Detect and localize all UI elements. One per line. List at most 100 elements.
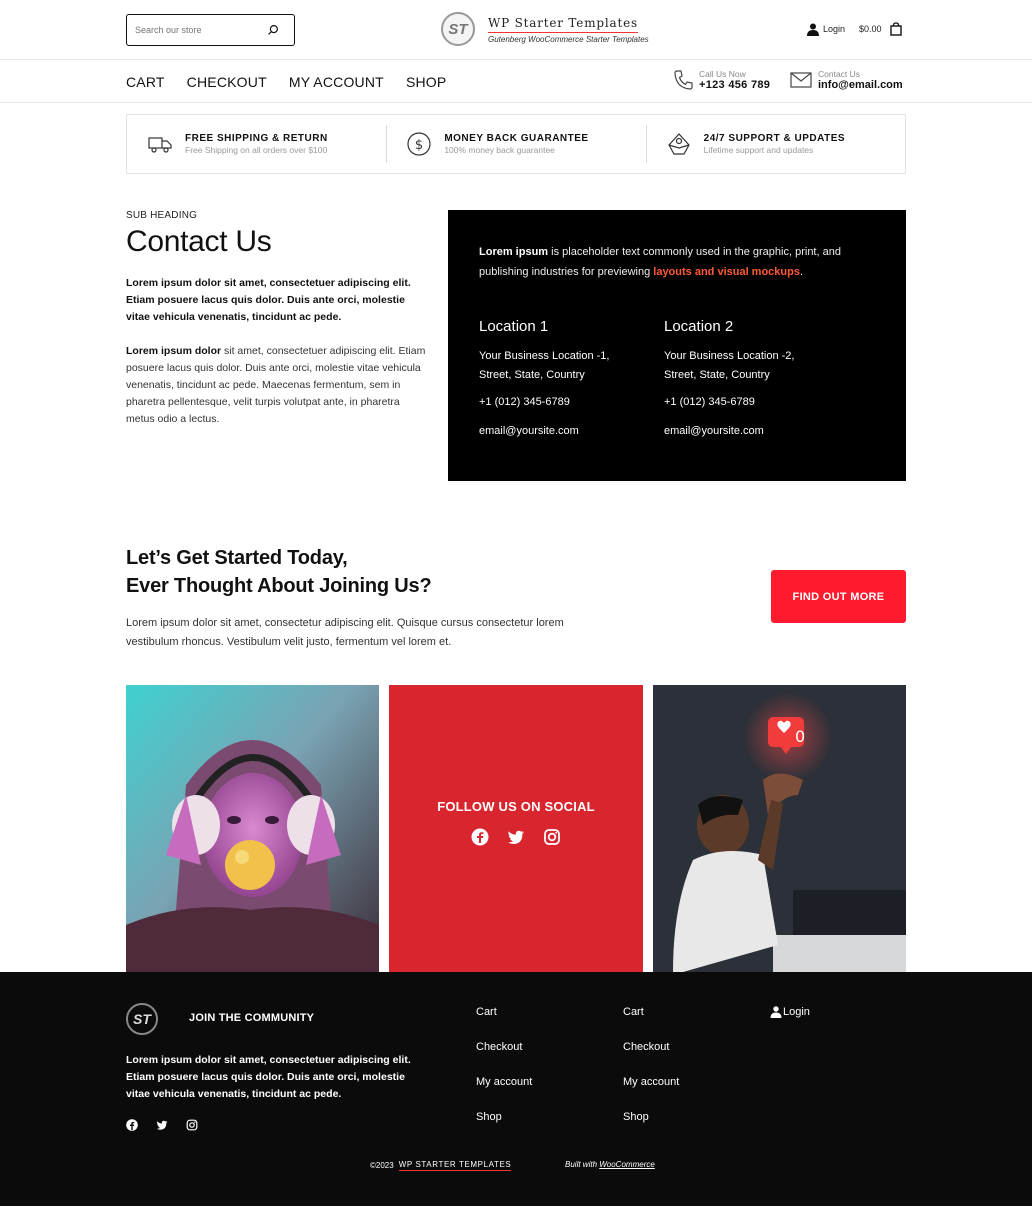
feature-title: MONEY BACK GUARANTEE — [444, 133, 589, 144]
woman-headphones-illustration — [126, 685, 379, 972]
built-with: Built with WooCommerce — [565, 1160, 655, 1169]
social-title: FOLLOW US ON SOCIAL — [437, 799, 595, 814]
user-icon — [770, 1006, 782, 1018]
account-area: Login $0.00 — [807, 22, 902, 36]
top-header: ST WP Starter Templates Gutenberg WooCom… — [0, 0, 1032, 60]
intro-highlight: layouts and visual mockups — [653, 266, 800, 278]
site-title: WP Starter Templates — [488, 16, 638, 33]
nav-item-my-account[interactable]: MY ACCOUNT — [289, 74, 384, 90]
footer-menu-1: Cart Checkout My account Shop — [476, 1006, 532, 1146]
address-line: Your Business Location -2, — [664, 350, 795, 362]
twitter-icon[interactable] — [507, 828, 525, 846]
footer-link-my-account[interactable]: My account — [476, 1076, 532, 1111]
nav-item-checkout[interactable]: CHECKOUT — [187, 74, 267, 90]
search-input[interactable] — [135, 25, 255, 35]
feature-title: FREE SHIPPING & RETURN — [185, 133, 328, 144]
svg-text:$: $ — [415, 138, 423, 153]
twitter-icon[interactable] — [156, 1119, 168, 1131]
locations-panel: Lorem ipsum is placeholder text commonly… — [448, 210, 906, 481]
mail-info[interactable]: Contact Us info@email.com — [790, 69, 903, 91]
footer-link-cart[interactable]: Cart — [623, 1006, 679, 1041]
call-info[interactable]: Call Us Now +123 456 789 — [673, 69, 770, 91]
footer-logo[interactable]: ST — [126, 1003, 158, 1035]
page: ST WP Starter Templates Gutenberg WooCom… — [0, 0, 1032, 1206]
address-line: Street, State, Country — [479, 369, 585, 381]
footer-link-checkout[interactable]: Checkout — [476, 1041, 532, 1076]
cta-title-line-2: Ever Thought About Joining Us? — [126, 575, 432, 597]
address-line: Your Business Location -1, — [479, 350, 610, 362]
location-email[interactable]: email@yoursite.com — [664, 425, 849, 437]
contact-paragraph-1: Lorem ipsum dolor sit amet, consectetuer… — [126, 277, 411, 323]
nav-item-cart[interactable]: CART — [126, 74, 165, 90]
cta-title: Let’s Get Started Today, Ever Thought Abo… — [126, 544, 432, 600]
footer-link-cart[interactable]: Cart — [476, 1006, 532, 1041]
location-phone[interactable]: +1 (012) 345-6789 — [479, 396, 664, 408]
dollar-coin-icon: $ — [407, 132, 431, 156]
footer-link-checkout[interactable]: Checkout — [623, 1041, 679, 1076]
main-navbar: CART CHECKOUT MY ACCOUNT SHOP Call Us No… — [0, 61, 1032, 103]
sub-heading: SUB HEADING — [126, 210, 198, 221]
feature-support: 24/7 SUPPORT & UPDATES Lifetime support … — [645, 115, 905, 173]
mail-address[interactable]: info@email.com — [818, 79, 903, 91]
footer-menu-2: Cart Checkout My account Shop — [623, 1006, 679, 1146]
main-nav: CART CHECKOUT MY ACCOUNT SHOP — [126, 74, 468, 90]
footer-text: Lorem ipsum dolor sit amet, consectetuer… — [126, 1054, 411, 1100]
location-card: Location 1 Your Business Location -1, Str… — [479, 318, 664, 437]
location-address: Your Business Location -2, Street, State,… — [664, 347, 849, 385]
contact-intro: SUB HEADING Contact Us Lorem ipsum dolor… — [126, 210, 426, 428]
instagram-icon[interactable] — [186, 1119, 198, 1131]
login-link[interactable]: Login — [823, 24, 845, 34]
contact-paragraph-2-bold: Lorem ipsum dolor — [126, 345, 222, 357]
search-box[interactable] — [126, 14, 295, 46]
location-title: Location 2 — [664, 318, 734, 335]
facebook-icon[interactable] — [471, 828, 489, 846]
footer-link-shop[interactable]: Shop — [623, 1111, 679, 1146]
page-title: Contact Us — [126, 225, 272, 258]
facebook-icon[interactable] — [126, 1119, 138, 1131]
location-title: Location 1 — [479, 318, 549, 335]
user-icon[interactable] — [807, 23, 819, 36]
location-email[interactable]: email@yoursite.com — [479, 425, 664, 437]
instagram-icon[interactable] — [543, 828, 561, 846]
feature-money-back: $ MONEY BACK GUARANTEE 100% money back g… — [386, 115, 645, 173]
footer-login-label: Login — [783, 1006, 810, 1018]
envelope-icon — [790, 72, 812, 88]
site-logo[interactable]: ST WP Starter Templates Gutenberg WooCom… — [441, 12, 649, 46]
location-card: Location 2 Your Business Location -2, Str… — [664, 318, 849, 437]
cta-text: Lorem ipsum dolor sit amet, consectetur … — [126, 617, 564, 648]
footer-link-my-account[interactable]: My account — [623, 1076, 679, 1111]
woocommerce-link[interactable]: WooCommerce — [599, 1160, 655, 1169]
truck-icon — [148, 137, 172, 153]
shopping-bag-icon[interactable] — [889, 22, 902, 36]
cta-title-line-1: Let’s Get Started Today, — [126, 547, 348, 569]
copyright-brand[interactable]: WP STARTER TEMPLATES — [398, 1160, 512, 1171]
find-out-more-button[interactable]: FIND OUT MORE — [771, 570, 906, 623]
location-phone[interactable]: +1 (012) 345-6789 — [664, 396, 849, 408]
site-tagline: Gutenberg WooCommerce Starter Templates — [488, 35, 649, 44]
built-with-prefix: Built with — [565, 1160, 600, 1169]
call-label: Call Us Now — [699, 69, 746, 79]
nav-item-shop[interactable]: SHOP — [406, 74, 446, 90]
feature-title: 24/7 SUPPORT & UPDATES — [703, 133, 846, 144]
feature-subtitle: 100% money back guarantee — [444, 145, 555, 155]
mail-label: Contact Us — [818, 69, 861, 79]
footer-login-link[interactable]: Login — [770, 1006, 810, 1018]
intro-bold: Lorem ipsum — [479, 246, 549, 258]
footer-social-icons — [126, 1119, 198, 1131]
footer-link-shop[interactable]: Shop — [476, 1111, 532, 1146]
feature-subtitle: Lifetime support and updates — [703, 145, 814, 155]
contact-paragraph-2-text: sit amet, consectetuer adipiscing elit. … — [126, 345, 426, 425]
call-number[interactable]: +123 456 789 — [699, 79, 770, 91]
footer-heading: JOIN THE COMMUNITY — [189, 1012, 315, 1024]
man-notification-illustration: 0 — [653, 685, 906, 972]
logo-mark: ST — [441, 12, 475, 46]
features-strip: FREE SHIPPING & RETURN Free Shipping on … — [126, 114, 906, 174]
feature-shipping: FREE SHIPPING & RETURN Free Shipping on … — [127, 115, 386, 173]
like-count: 0 — [795, 727, 805, 746]
contact-paragraph-2: Lorem ipsum dolor sit amet, consectetuer… — [126, 343, 426, 428]
locations-intro: Lorem ipsum is placeholder text commonly… — [479, 242, 875, 282]
search-icon[interactable] — [266, 23, 280, 37]
cart-total[interactable]: $0.00 — [859, 24, 882, 34]
address-line: Street, State, Country — [664, 369, 770, 381]
site-footer: ST JOIN THE COMMUNITY Lorem ipsum dolor … — [0, 972, 1032, 1206]
